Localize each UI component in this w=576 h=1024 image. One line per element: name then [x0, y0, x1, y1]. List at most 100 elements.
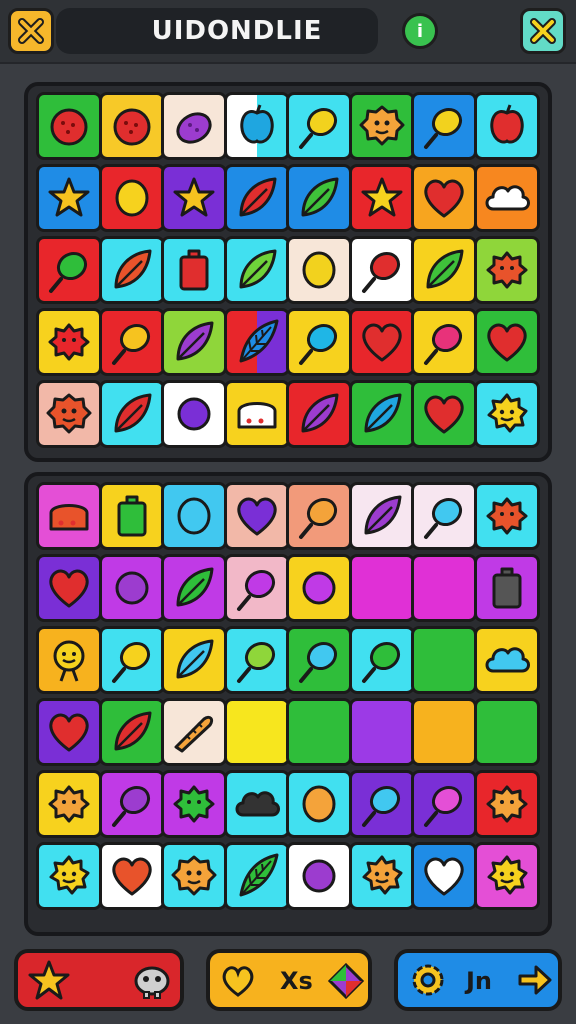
tile-r3-c1[interactable] — [36, 236, 102, 304]
tile-r1-c4[interactable] — [223, 482, 290, 550]
tile-r2-c8[interactable] — [473, 164, 540, 232]
tile-r1-c7[interactable] — [411, 482, 477, 550]
tile-r5-c3[interactable] — [161, 770, 227, 838]
tile-r3-c2[interactable] — [98, 626, 165, 694]
tile-r1-c5[interactable] — [286, 482, 352, 550]
tile-r2-c5[interactable] — [286, 554, 352, 622]
tile-r2-c3[interactable] — [161, 164, 227, 232]
tile-r3-c3[interactable] — [161, 236, 227, 304]
tile-r5-c4[interactable] — [223, 380, 290, 448]
tile-r3-c4[interactable] — [223, 236, 290, 304]
tile-r4-c8[interactable] — [473, 698, 540, 766]
tile-r2-c2[interactable] — [98, 554, 165, 622]
tile-r2-c5[interactable] — [286, 164, 352, 232]
tile-r2-c3[interactable] — [161, 554, 227, 622]
tile-r3-c7[interactable] — [411, 626, 477, 694]
tile-r1-c4[interactable] — [223, 92, 290, 160]
tile-r3-c7[interactable] — [411, 236, 477, 304]
tile-r4-c6[interactable] — [348, 698, 415, 766]
tile-r1-c3[interactable] — [161, 92, 227, 160]
tile-r1-c2[interactable] — [98, 92, 165, 160]
tile-r4-c1[interactable] — [36, 698, 102, 766]
tile-r5-c2[interactable] — [98, 380, 165, 448]
tile-r3-c5[interactable] — [286, 236, 352, 304]
info-button[interactable]: i — [402, 13, 438, 49]
tile-r3-c4[interactable] — [223, 626, 290, 694]
tile-r5-c7[interactable] — [411, 380, 477, 448]
tile-r6-c4[interactable] — [223, 842, 290, 910]
tile-r3-c6[interactable] — [348, 236, 415, 304]
close-right-button[interactable] — [520, 8, 566, 54]
tile-r2-c7[interactable] — [411, 164, 477, 232]
tile-r1-c6[interactable] — [348, 92, 415, 160]
tile-r6-c7[interactable] — [411, 842, 477, 910]
tile-r3-c1[interactable] — [36, 626, 102, 694]
tile-r2-c1[interactable] — [36, 554, 102, 622]
powerup-right-button[interactable]: Jn — [394, 949, 562, 1011]
tile-r1-c2[interactable] — [98, 482, 165, 550]
powerup-middle-button[interactable]: Xs — [206, 949, 372, 1011]
tile-r3-c8[interactable] — [473, 626, 540, 694]
tile-r3-c5[interactable] — [286, 626, 352, 694]
tile-r6-c6[interactable] — [348, 842, 415, 910]
tile-r4-c2[interactable] — [98, 308, 165, 376]
tile-r5-c1[interactable] — [36, 770, 102, 838]
tile-r1-c3[interactable] — [161, 482, 227, 550]
close-left-button[interactable] — [8, 8, 54, 54]
tile-r5-c5[interactable] — [286, 770, 352, 838]
tile-r4-c4[interactable] — [223, 308, 290, 376]
powerup-left-button[interactable] — [14, 949, 184, 1011]
tile-r5-c8[interactable] — [473, 380, 540, 448]
tile-r5-c2[interactable] — [98, 770, 165, 838]
tile-r6-c3[interactable] — [161, 842, 227, 910]
tile-r5-c1[interactable] — [36, 380, 102, 448]
tile-r4-c2[interactable] — [98, 698, 165, 766]
tile-r1-c1[interactable] — [36, 482, 102, 550]
tile-r4-c1[interactable] — [36, 308, 102, 376]
tile-r6-c8[interactable] — [473, 842, 540, 910]
tile-r5-c8[interactable] — [473, 770, 540, 838]
tile-r2-c6[interactable] — [348, 554, 415, 622]
tile-r5-c5[interactable] — [286, 380, 352, 448]
tile-r1-c8[interactable] — [473, 92, 540, 160]
star-icon — [173, 177, 215, 217]
tile-r5-c4[interactable] — [223, 770, 290, 838]
cloud-icon — [485, 647, 530, 673]
tile-r1-c6[interactable] — [348, 482, 415, 550]
tile-r2-c7[interactable] — [411, 554, 477, 622]
tile-r3-c2[interactable] — [98, 236, 165, 304]
tile-r4-c7[interactable] — [411, 698, 477, 766]
tile-r3-c6[interactable] — [348, 626, 415, 694]
tile-r4-c5[interactable] — [286, 308, 352, 376]
tile-r6-c5[interactable] — [286, 842, 352, 910]
lollipop-icon — [424, 785, 463, 827]
tile-r4-c7[interactable] — [411, 308, 477, 376]
tile-r4-c3[interactable] — [161, 308, 227, 376]
tile-r2-c6[interactable] — [348, 164, 415, 232]
tile-r2-c4[interactable] — [223, 554, 290, 622]
tile-r5-c3[interactable] — [161, 380, 227, 448]
tile-r3-c8[interactable] — [473, 236, 540, 304]
tile-r4-c3[interactable] — [161, 698, 227, 766]
tile-r5-c7[interactable] — [411, 770, 477, 838]
tile-r4-c4[interactable] — [223, 698, 290, 766]
tile-r1-c8[interactable] — [473, 482, 540, 550]
tile-r5-c6[interactable] — [348, 380, 415, 448]
leaf-icon — [364, 393, 401, 433]
tile-r2-c4[interactable] — [223, 164, 290, 232]
tile-r6-c2[interactable] — [98, 842, 165, 910]
tile-r5-c6[interactable] — [348, 770, 415, 838]
tile-r1-c1[interactable] — [36, 92, 102, 160]
tile-r2-c1[interactable] — [36, 164, 102, 232]
tile-r3-c3[interactable] — [161, 626, 227, 694]
tile-r2-c2[interactable] — [98, 164, 165, 232]
tile-r1-c5[interactable] — [286, 92, 352, 160]
tile-r1-c7[interactable] — [411, 92, 477, 160]
tile-r4-c5[interactable] — [286, 698, 352, 766]
flower-icon — [486, 251, 527, 289]
tile-r4-c8[interactable] — [473, 308, 540, 376]
tile-r4-c6[interactable] — [348, 308, 415, 376]
tile-r6-c1[interactable] — [36, 842, 102, 910]
leaf-icon — [426, 249, 464, 289]
tile-r2-c8[interactable] — [473, 554, 540, 622]
